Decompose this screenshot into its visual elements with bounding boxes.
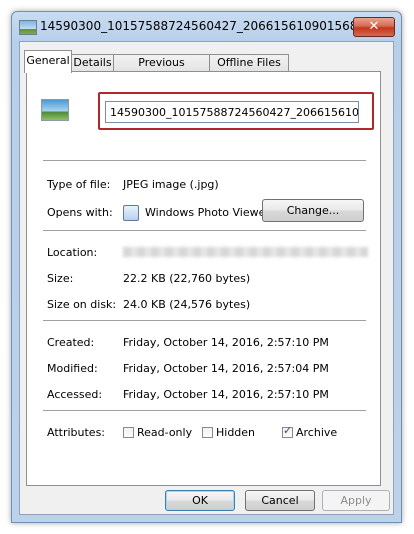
general-tab-panel: 14590300_10157588724560427_2066156109015… [26, 71, 381, 486]
location-label: Location: [47, 246, 98, 259]
archive-label[interactable]: Archive [296, 426, 337, 439]
read-only-checkbox[interactable] [123, 427, 134, 438]
window-title: 14590300_10157588724560427_2066156109015… [40, 19, 360, 33]
change-button[interactable]: Change... [262, 199, 364, 222]
size-label: Size: [47, 272, 74, 285]
hidden-label[interactable]: Hidden [216, 426, 255, 439]
accessed-value: Friday, October 14, 2016, 2:57:10 PM [123, 388, 329, 401]
type-value: JPEG image (.jpg) [123, 178, 219, 191]
cancel-button[interactable]: Cancel [245, 490, 315, 511]
separator [43, 410, 366, 411]
size-value: 22.2 KB (22,760 bytes) [123, 272, 251, 285]
created-label: Created: [47, 336, 95, 349]
location-value-redacted [123, 247, 368, 257]
accessed-label: Accessed: [47, 388, 103, 401]
tab-previous-versions[interactable]: Previous Versions [113, 54, 210, 85]
tab-offline-files[interactable]: Offline Files [209, 54, 289, 72]
apply-button[interactable]: Apply [322, 490, 390, 511]
close-button[interactable]: ✕ [353, 17, 395, 37]
opens-with-value: Windows Photo Viewer [145, 206, 270, 219]
separator [43, 160, 366, 161]
dialog-client-area: General Details Previous Versions Offlin… [19, 41, 394, 515]
archive-checkbox[interactable] [282, 424, 293, 438]
size-on-disk-label: Size on disk: [47, 298, 117, 311]
title-bar[interactable]: 14590300_10157588724560427_2066156109015… [12, 12, 401, 40]
separator [43, 320, 366, 321]
separator [43, 230, 366, 231]
properties-window: 14590300_10157588724560427_2066156109015… [11, 11, 402, 523]
tab-details[interactable]: Details [71, 54, 114, 72]
attributes-label: Attributes: [47, 426, 106, 439]
created-value: Friday, October 14, 2016, 2:57:10 PM [123, 336, 329, 349]
tab-general[interactable]: General [24, 50, 72, 73]
windows-photo-viewer-icon [123, 205, 139, 221]
file-name-highlight [98, 92, 374, 130]
size-on-disk-value: 24.0 KB (24,576 bytes) [123, 298, 251, 311]
jpeg-image-icon [41, 99, 69, 121]
type-label: Type of file: [47, 178, 111, 191]
image-file-icon [19, 20, 37, 35]
hidden-checkbox[interactable] [202, 427, 213, 438]
opens-with-label: Opens with: [47, 206, 113, 219]
modified-label: Modified: [47, 362, 98, 375]
ok-button[interactable]: OK [165, 490, 235, 511]
modified-value: Friday, October 14, 2016, 2:57:04 PM [123, 362, 329, 375]
read-only-label[interactable]: Read-only [137, 426, 192, 439]
